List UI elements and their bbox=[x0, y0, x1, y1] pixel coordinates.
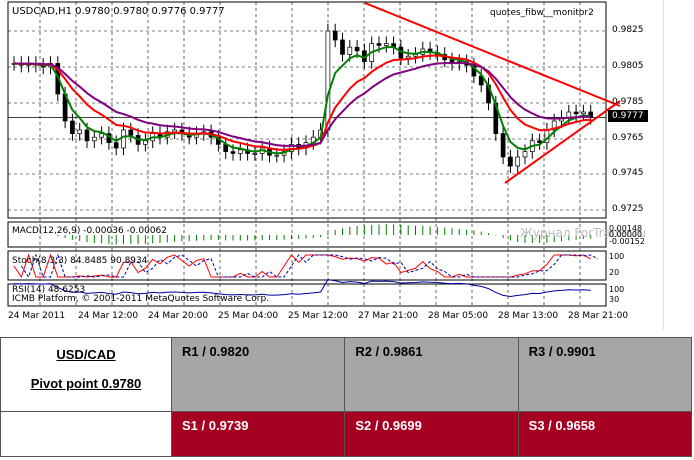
stoch-axis-label: 100 bbox=[609, 252, 625, 261]
current-price-tag: 0.9777 bbox=[608, 110, 648, 122]
time-axis-label: 28 Mar 21:00 bbox=[568, 311, 629, 321]
candle bbox=[91, 136, 97, 142]
s3-cell: S3 / 0.9658 bbox=[517, 411, 693, 457]
price-axis-label: 0.9805 bbox=[612, 61, 644, 71]
s1-cell: S1 / 0.9739 bbox=[170, 411, 346, 457]
stoch-axis-label: 20 bbox=[609, 268, 620, 277]
rsi-axis-label: 100 bbox=[609, 285, 625, 294]
r3-cell: R3 / 0.9901 bbox=[517, 337, 693, 412]
pivot-point-label: Pivot point 0.9780 bbox=[30, 376, 142, 391]
candle bbox=[121, 129, 126, 149]
candle bbox=[508, 156, 513, 167]
candle bbox=[172, 129, 177, 133]
price-axis-label: 0.9745 bbox=[612, 168, 644, 178]
candle bbox=[143, 140, 148, 145]
candle bbox=[522, 151, 528, 158]
stoch-label: Stoch(8,3,3) 84.8485 90.8934 bbox=[12, 256, 148, 266]
expert-label: quotes_fibw__monitor2 bbox=[490, 8, 594, 18]
price-axis-label: 0.9765 bbox=[612, 133, 644, 143]
candle bbox=[113, 142, 119, 149]
pivot-symbol-cell: USD/CAD Pivot point 0.9780 bbox=[0, 337, 172, 412]
candle bbox=[354, 46, 360, 52]
candle bbox=[347, 46, 353, 55]
candle bbox=[230, 151, 236, 154]
candle bbox=[274, 154, 280, 157]
r2-cell: R2 / 0.9861 bbox=[344, 337, 519, 412]
time-axis-label: 24 Mar 2011 bbox=[8, 311, 66, 321]
candle bbox=[405, 55, 411, 59]
price-chart[interactable]: USDCAD,H1 0.9780 0.9780 0.9776 0.9777 qu… bbox=[0, 0, 664, 330]
candle bbox=[566, 111, 572, 118]
price-axis-label: 0.9725 bbox=[612, 204, 644, 214]
candle bbox=[573, 111, 579, 115]
candle bbox=[515, 156, 521, 167]
macd-label: MACD(12,26,9) -0.00036 -0.00062 bbox=[12, 226, 168, 236]
candle bbox=[383, 43, 389, 46]
candle bbox=[70, 120, 75, 134]
candle bbox=[237, 149, 243, 154]
empty-cell bbox=[0, 411, 172, 457]
candle bbox=[128, 129, 134, 136]
macd-axis-label-bottom: -0.00152 bbox=[609, 237, 645, 246]
candle bbox=[332, 30, 338, 41]
panel-frame bbox=[7, 1, 607, 219]
candle bbox=[252, 153, 258, 155]
pivot-table: USD/CAD Pivot point 0.9780 R1 / 0.9820 R… bbox=[0, 337, 693, 457]
time-axis-label: 28 Mar 05:00 bbox=[428, 311, 489, 321]
symbol-label: USD/CAD bbox=[56, 347, 116, 362]
time-axis-label: 25 Mar 04:00 bbox=[218, 311, 279, 321]
price-axis-label: 0.9785 bbox=[612, 97, 644, 107]
candle bbox=[581, 111, 586, 115]
candle bbox=[77, 129, 83, 134]
candle bbox=[340, 39, 345, 55]
candle bbox=[325, 30, 331, 131]
time-axis-label: 27 Mar 21:00 bbox=[358, 311, 419, 321]
price-axis-label: 0.9825 bbox=[612, 25, 644, 35]
chart-canvas[interactable] bbox=[0, 0, 663, 330]
time-axis-label: 28 Mar 13:00 bbox=[498, 311, 559, 321]
r1-cell: R1 / 0.9820 bbox=[170, 337, 346, 412]
time-axis-label: 24 Mar 12:00 bbox=[78, 311, 139, 321]
rsi-axis-label: 30 bbox=[609, 295, 620, 304]
candle bbox=[376, 43, 382, 46]
copyright-label: ICMB Platform, © 2001-2011 MetaQuotes So… bbox=[12, 294, 270, 304]
candle bbox=[99, 133, 104, 138]
s2-cell: S2 / 0.9699 bbox=[344, 411, 519, 457]
candle bbox=[500, 133, 506, 158]
time-axis-label: 25 Mar 12:00 bbox=[288, 311, 349, 321]
candle bbox=[84, 129, 90, 142]
time-axis-label: 24 Mar 20:00 bbox=[148, 311, 209, 321]
chart-title: USDCAD,H1 0.9780 0.9780 0.9776 0.9777 bbox=[12, 6, 225, 17]
